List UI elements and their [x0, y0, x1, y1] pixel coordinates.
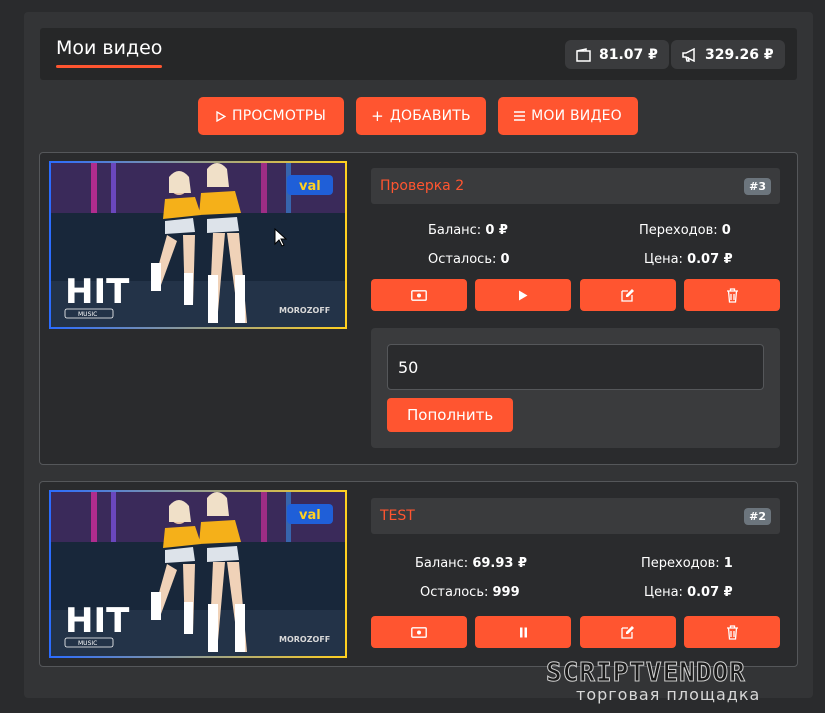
- list-icon: [514, 111, 526, 121]
- remaining-value: 0: [500, 252, 510, 267]
- price-stat: Цена: 0.07 ₽: [644, 585, 733, 600]
- balance-value: 0 ₽: [485, 223, 508, 238]
- price-label: Цена:: [644, 585, 683, 600]
- title-underline: [56, 65, 162, 68]
- price-stat: Цена: 0.07 ₽: [644, 252, 733, 267]
- thumb-music: MUSIC: [78, 640, 97, 647]
- views-button[interactable]: ПРОСМОТРЫ: [198, 97, 344, 135]
- remaining-label: Осталось:: [420, 585, 489, 600]
- play-outline-icon: [216, 110, 226, 122]
- delete-button[interactable]: [684, 616, 780, 648]
- wallet-balance-badge[interactable]: 81.07 ₽: [565, 40, 669, 69]
- balance-value: 69.93 ₽: [472, 556, 528, 571]
- thumb-music: MUSIC: [78, 311, 97, 318]
- edit-button[interactable]: [580, 279, 676, 311]
- video-thumbnail[interactable]: HIT MUSIC MOROZOFF val: [49, 490, 347, 658]
- thumb-tag: val: [299, 508, 321, 523]
- watermark-subtitle: торговая площадка: [576, 685, 761, 704]
- topup-toggle-button[interactable]: [371, 279, 467, 311]
- delete-button[interactable]: [684, 279, 780, 311]
- trash-icon: [726, 287, 738, 303]
- clicks-value: 1: [723, 556, 733, 571]
- clicks-value: 0: [721, 223, 731, 238]
- remaining-label: Осталось:: [428, 252, 497, 267]
- balance-label: Баланс:: [428, 223, 482, 238]
- remaining-stat: Осталось: 0: [428, 252, 510, 267]
- video-card: HIT MUSIC MOROZOFF val Проверка 2 #3 Бал…: [39, 152, 798, 465]
- watermark-brand: SCRIPTVENDOR: [546, 658, 746, 689]
- video-title[interactable]: Проверка 2: [380, 178, 464, 194]
- play-button[interactable]: [475, 279, 571, 311]
- clicks-label: Переходов:: [641, 556, 720, 571]
- mouse-cursor-icon: [274, 228, 288, 247]
- topup-toggle-button[interactable]: [371, 616, 467, 648]
- add-button[interactable]: + ДОБАВИТЬ: [356, 97, 486, 135]
- plus-icon: +: [371, 107, 384, 125]
- topup-panel: Пополнить: [371, 328, 780, 448]
- my-videos-button[interactable]: МОИ ВИДЕО: [498, 97, 638, 135]
- video-card: HIT MUSIC MOROZOFF val TEST #2 Баланс: 6…: [39, 481, 798, 667]
- topup-amount-input[interactable]: [387, 344, 764, 390]
- thumb-logo: HIT: [65, 272, 130, 312]
- edit-button[interactable]: [580, 616, 676, 648]
- topup-submit-button[interactable]: Пополнить: [387, 398, 514, 432]
- thumb-tag: val: [299, 179, 321, 194]
- video-title-bar: TEST #2: [371, 498, 780, 534]
- cash-icon: [411, 626, 427, 638]
- remaining-stat: Осталось: 999: [420, 585, 520, 600]
- video-id-badge: #3: [744, 178, 771, 195]
- balance-stat: Баланс: 69.93 ₽: [415, 556, 527, 571]
- price-value: 0.07 ₽: [687, 252, 733, 267]
- cash-icon: [411, 289, 427, 301]
- watermark: SCRIPTVENDOR торговая площадка: [546, 658, 816, 708]
- video-id-badge: #2: [744, 508, 771, 525]
- price-label: Цена:: [644, 252, 683, 267]
- edit-icon: [621, 626, 634, 639]
- wallet-icon: [576, 47, 591, 62]
- edit-icon: [621, 289, 634, 302]
- pause-icon: [519, 627, 527, 637]
- page-title: Мои видео: [56, 37, 163, 59]
- balance-label: Баланс:: [415, 556, 469, 571]
- wallet-balance-value: 81.07 ₽: [599, 46, 658, 63]
- play-icon: [519, 290, 528, 300]
- views-button-label: ПРОСМОТРЫ: [231, 108, 326, 124]
- video-thumbnail[interactable]: HIT MUSIC MOROZOFF val: [49, 161, 347, 329]
- ad-balance-value: 329.26 ₽: [705, 46, 774, 63]
- clicks-stat: Переходов: 0: [639, 223, 731, 238]
- balance-stat: Баланс: 0 ₽: [428, 223, 508, 238]
- trash-icon: [726, 624, 738, 640]
- video-title[interactable]: TEST: [380, 508, 415, 524]
- pause-button[interactable]: [475, 616, 571, 648]
- page-header: Мои видео 81.07 ₽ 329.26 ₽: [40, 28, 797, 80]
- my-videos-button-label: МОИ ВИДЕО: [531, 108, 622, 124]
- megaphone-icon: [682, 47, 695, 62]
- remaining-value: 999: [492, 585, 520, 600]
- clicks-stat: Переходов: 1: [641, 556, 733, 571]
- thumb-brand: MOROZOFF: [279, 306, 330, 315]
- price-value: 0.07 ₽: [687, 585, 733, 600]
- thumb-logo: HIT: [65, 601, 130, 641]
- ad-balance-badge[interactable]: 329.26 ₽: [671, 40, 785, 69]
- add-button-label: ДОБАВИТЬ: [389, 108, 471, 124]
- video-title-bar: Проверка 2 #3: [371, 168, 780, 204]
- thumb-brand: MOROZOFF: [279, 635, 330, 644]
- clicks-label: Переходов:: [639, 223, 718, 238]
